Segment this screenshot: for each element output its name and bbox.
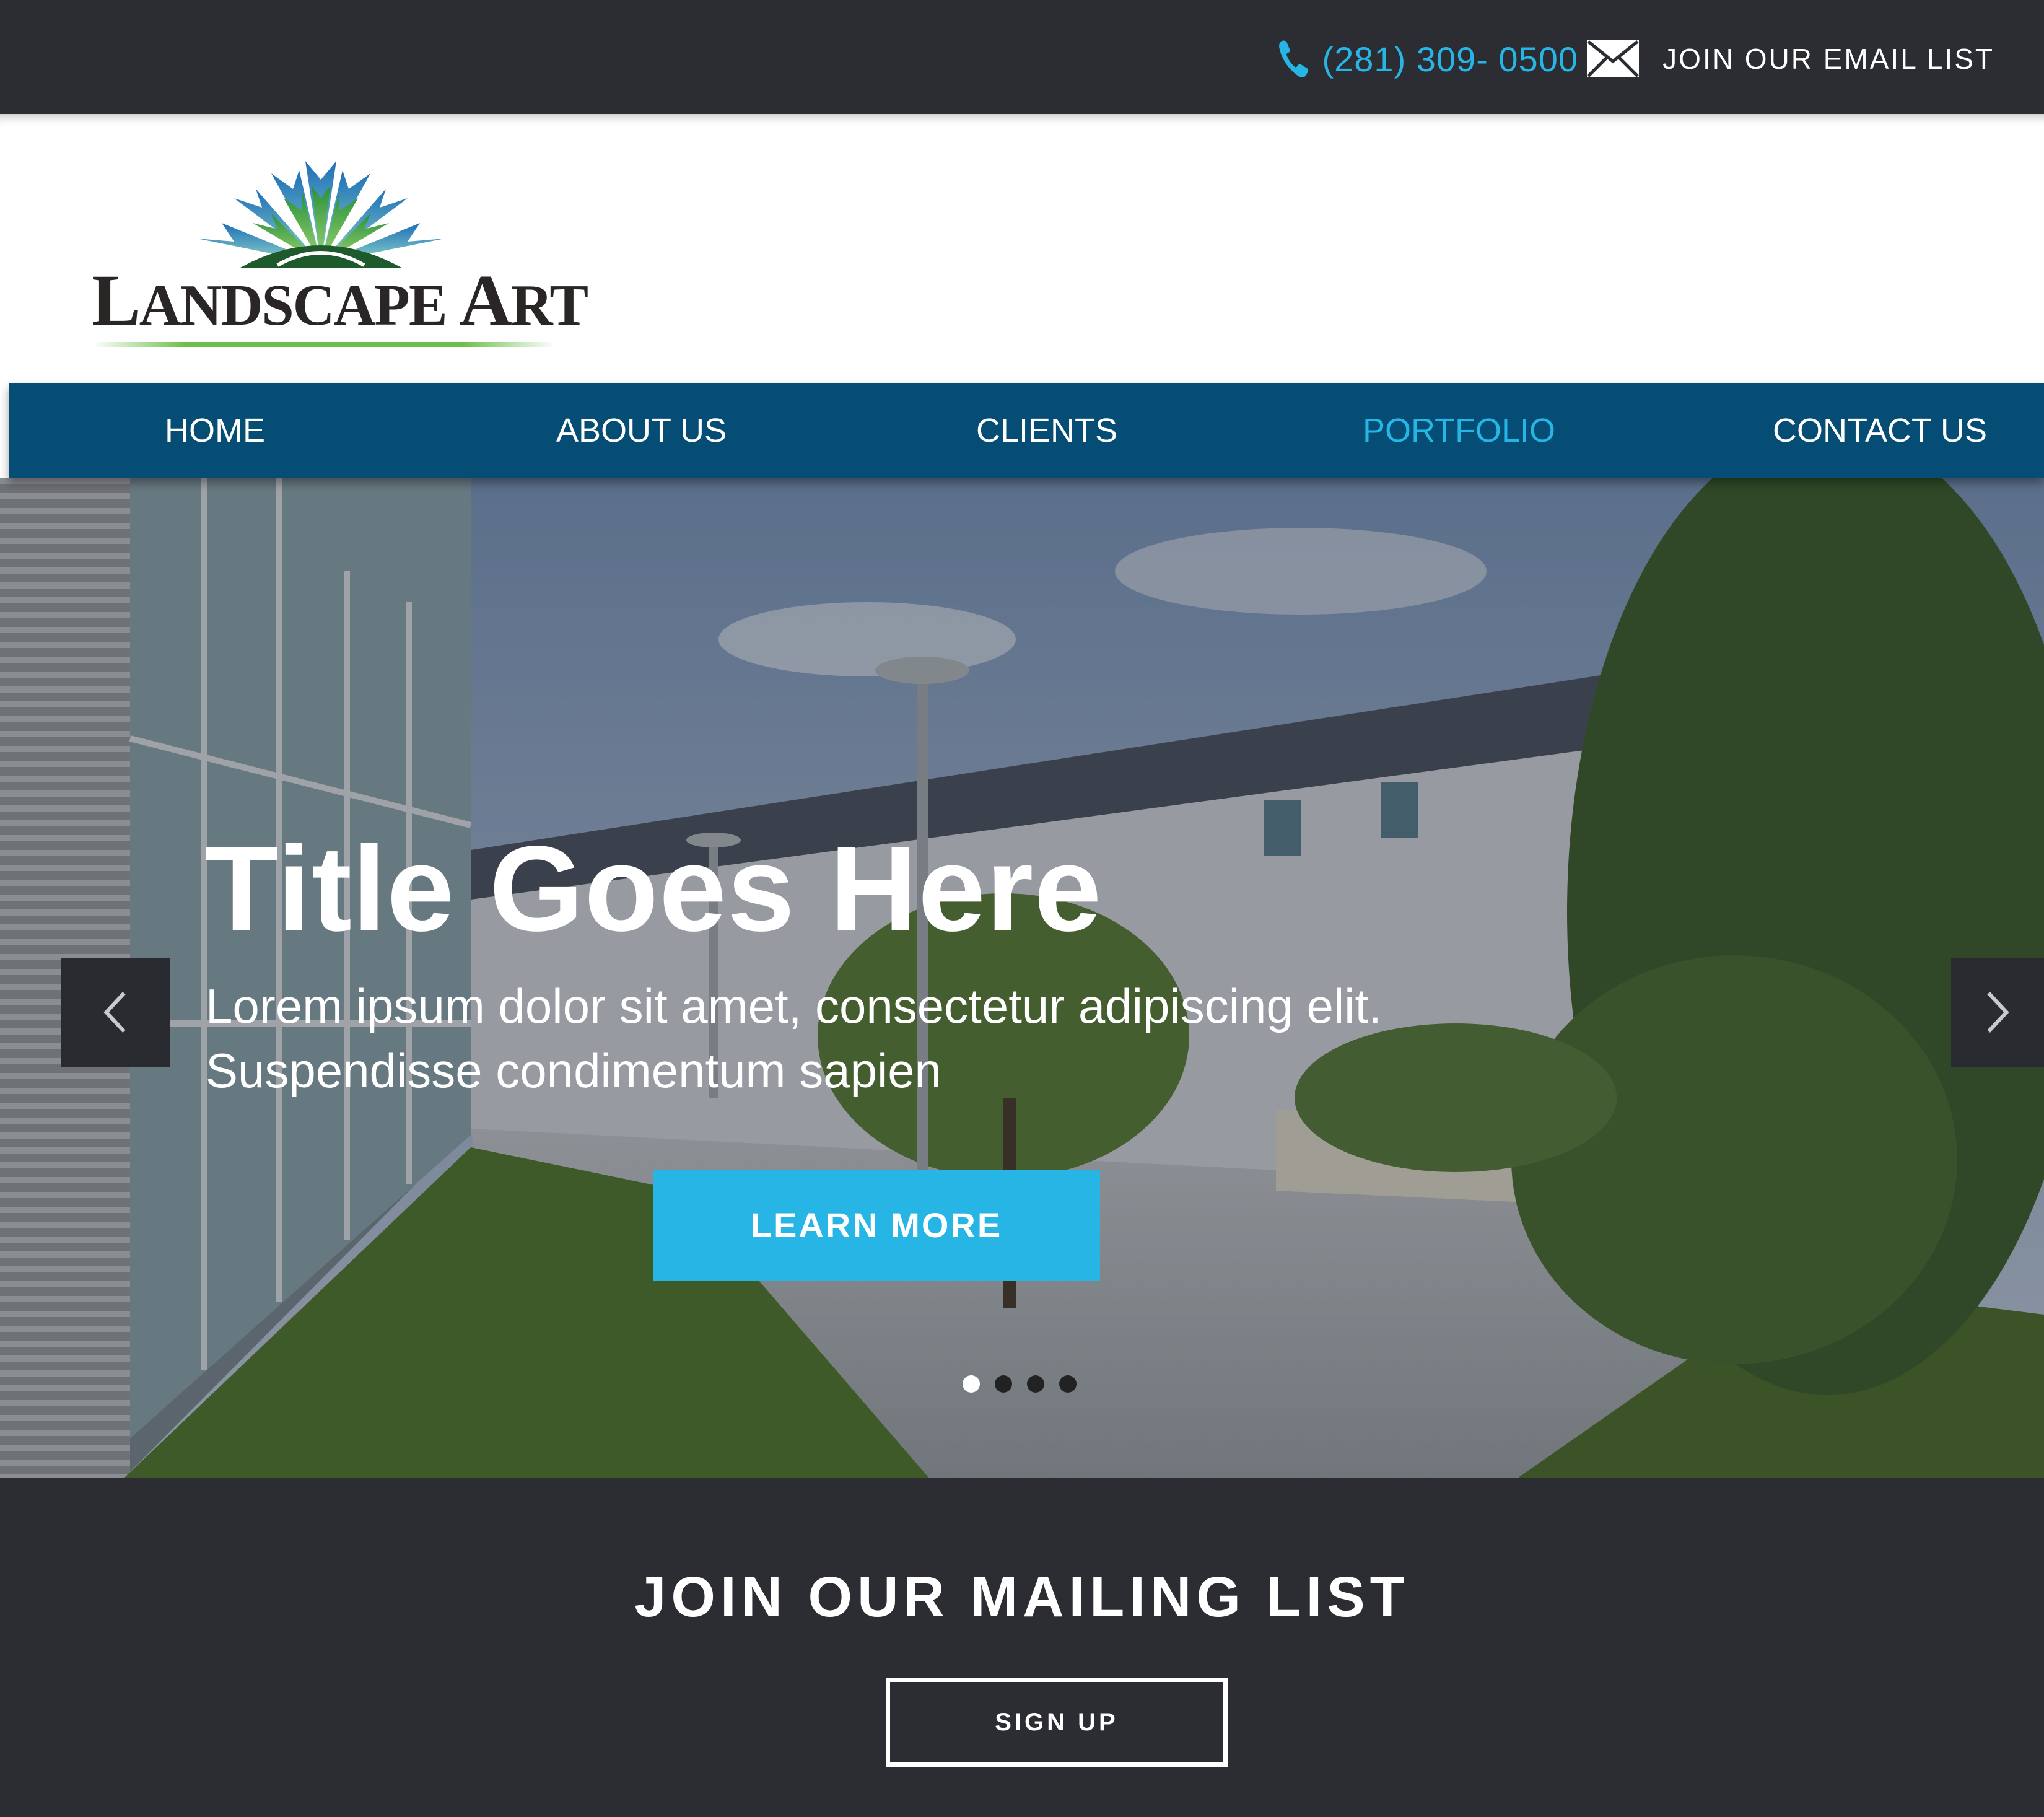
sunburst-logo-icon (197, 161, 445, 268)
slider-next-button[interactable] (1951, 958, 2044, 1067)
phone-number: (281) 309- 0500 (1322, 39, 1578, 79)
nav-item-portfolio[interactable]: PORTFOLIO (1363, 383, 1555, 478)
hero-title: Title Goes Here (204, 821, 1103, 957)
nav-item-about-us[interactable]: ABOUT US (556, 383, 727, 478)
sign-up-button[interactable]: SIGN UP (886, 1678, 1228, 1767)
slider-dot-4[interactable] (1059, 1375, 1077, 1393)
mailing-list-title: JOIN OUR MAILING LIST (634, 1565, 1410, 1629)
top-utility-bar: (281) 309- 0500 JOIN OUR EMAIL LIST (0, 0, 2044, 114)
nav-item-clients[interactable]: CLIENTS (976, 383, 1117, 478)
chevron-right-icon (1987, 992, 2009, 1033)
slider-dot-1[interactable] (963, 1375, 980, 1393)
nav-item-contact-us[interactable]: CONTACT US (1773, 383, 1987, 478)
slider-prev-button[interactable] (61, 958, 170, 1067)
join-email-list-link[interactable]: JOIN OUR EMAIL LIST (1587, 37, 1994, 81)
hero-slider: Title Goes Here Lorem ipsum dolor sit am… (0, 478, 2044, 1478)
site-header: LANDSCAPE ART (0, 114, 2044, 383)
chevron-left-icon (103, 992, 126, 1033)
envelope-icon (1587, 40, 1640, 77)
phone-link[interactable]: (281) 309- 0500 (1276, 37, 1578, 81)
landscape-art-logo[interactable]: LANDSCAPE ART (92, 155, 588, 347)
hero-description: Lorem ipsum dolor sit amet, consectetur … (206, 979, 1382, 1098)
slider-dot-3[interactable] (1027, 1375, 1044, 1393)
nav-item-home[interactable]: HOME (165, 383, 265, 478)
phone-icon (1279, 40, 1309, 77)
logo-wordmark: LANDSCAPE ART (92, 260, 588, 341)
logo-underline (93, 342, 555, 347)
email-list-label: JOIN OUR EMAIL LIST (1662, 43, 1994, 75)
slider-pagination (963, 1375, 1077, 1393)
learn-more-button[interactable]: LEARN MORE (653, 1170, 1100, 1281)
main-nav: HOME ABOUT US CLIENTS PORTFOLIO CONTACT … (9, 383, 2044, 478)
mailing-list-section: JOIN OUR MAILING LIST SIGN UP (0, 1478, 2044, 1817)
slider-dot-2[interactable] (995, 1375, 1012, 1393)
